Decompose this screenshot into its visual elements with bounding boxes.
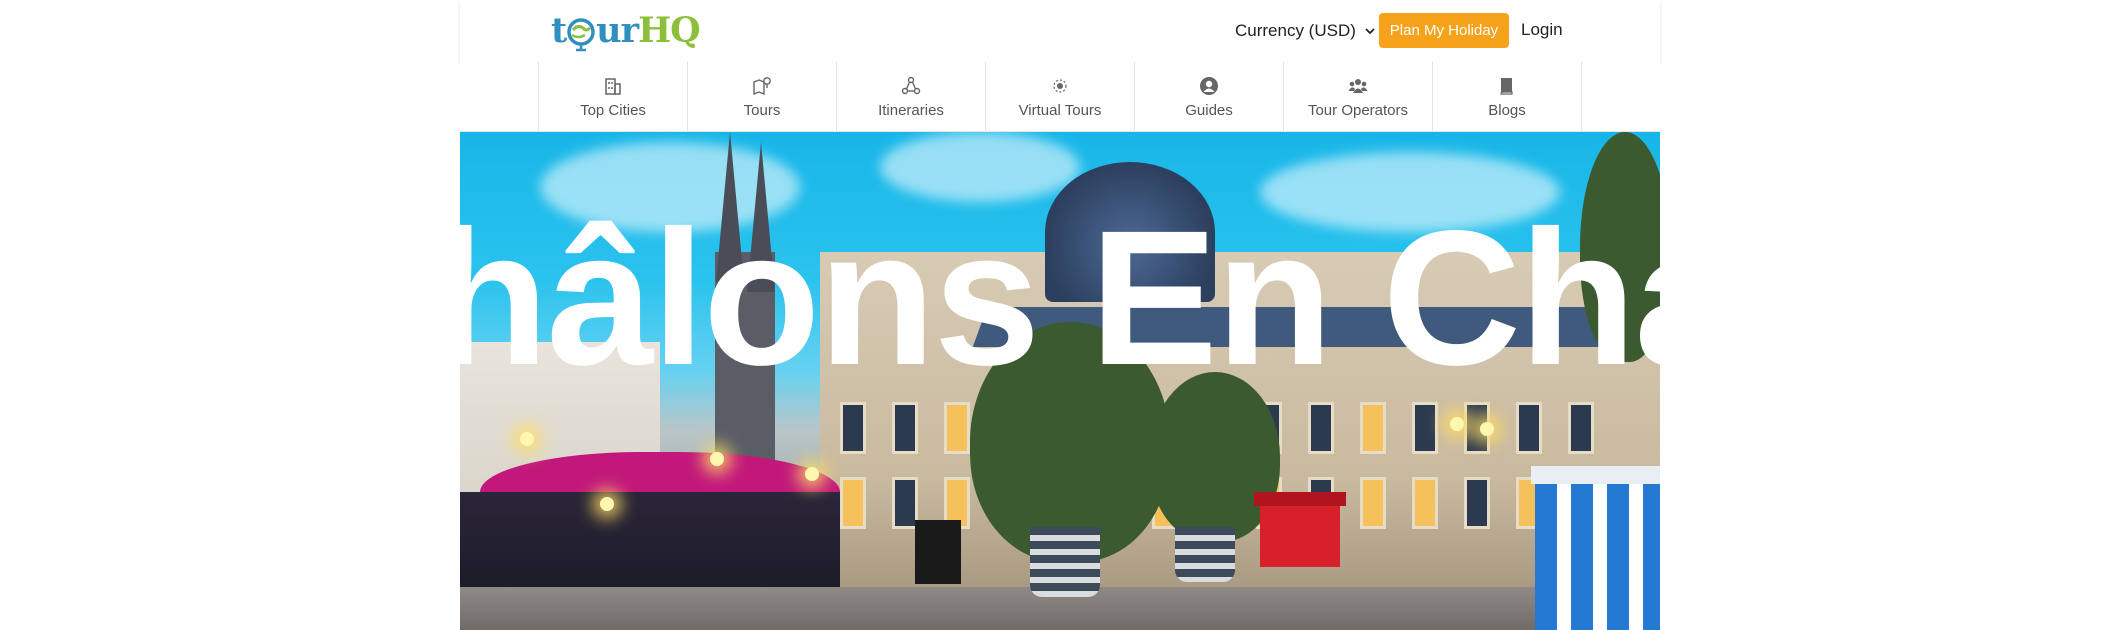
nav-label-blogs: Blogs <box>1488 101 1526 119</box>
map-pin-icon <box>753 76 771 95</box>
category-nav: Top Cities Tours Itineraries Virtual Tou… <box>460 62 1660 132</box>
book-icon <box>1500 77 1513 95</box>
nav-label-tour-operators: Tour Operators <box>1307 101 1409 119</box>
logo-text-ur: ur <box>596 9 639 51</box>
nav-label-itineraries: Itineraries <box>878 101 944 119</box>
route-icon <box>901 76 921 94</box>
tourhq-logo[interactable]: t ur HQ <box>551 9 701 52</box>
page: t ur HQ Currency (USD) Plan My Holiday L… <box>0 0 2120 630</box>
users-icon <box>1348 78 1368 93</box>
nav-item-guides[interactable]: Guides <box>1135 62 1284 132</box>
logo-text-hq: HQ <box>638 9 701 51</box>
login-link[interactable]: Login <box>1521 20 1563 40</box>
user-circle-icon <box>1200 76 1218 95</box>
nav-item-top-cities[interactable]: Top Cities <box>539 62 688 132</box>
currency-label: Currency (USD) <box>1235 21 1356 40</box>
hero-title: Châlons En Champagne <box>460 190 1660 405</box>
nav-label-tours: Tours <box>743 101 781 119</box>
sun-dot-icon <box>1053 78 1067 93</box>
currency-selector[interactable]: Currency (USD) <box>1235 18 1376 44</box>
nav-label-guides: Guides <box>1185 101 1233 119</box>
logo-text-t: t <box>551 9 567 51</box>
nav-label-virtual-tours: Virtual Tours <box>1018 101 1102 119</box>
nav-label-top-cities: Top Cities <box>580 101 646 119</box>
nav-item-blogs[interactable]: Blogs <box>1433 62 1582 132</box>
chevron-down-icon <box>1365 28 1375 35</box>
nav-item-tours[interactable]: Tours <box>688 62 837 132</box>
nav-item-itineraries[interactable]: Itineraries <box>837 62 986 132</box>
nav-item-tour-operators[interactable]: Tour Operators <box>1284 62 1433 132</box>
building-icon <box>605 77 621 95</box>
nav-item-virtual-tours[interactable]: Virtual Tours <box>986 62 1135 132</box>
site-header: t ur HQ Currency (USD) Plan My Holiday L… <box>460 0 1660 62</box>
hero-banner: Châlons En Champagne <box>460 132 1660 630</box>
plan-my-holiday-button[interactable]: Plan My Holiday <box>1379 13 1509 48</box>
globe-icon <box>567 18 595 52</box>
